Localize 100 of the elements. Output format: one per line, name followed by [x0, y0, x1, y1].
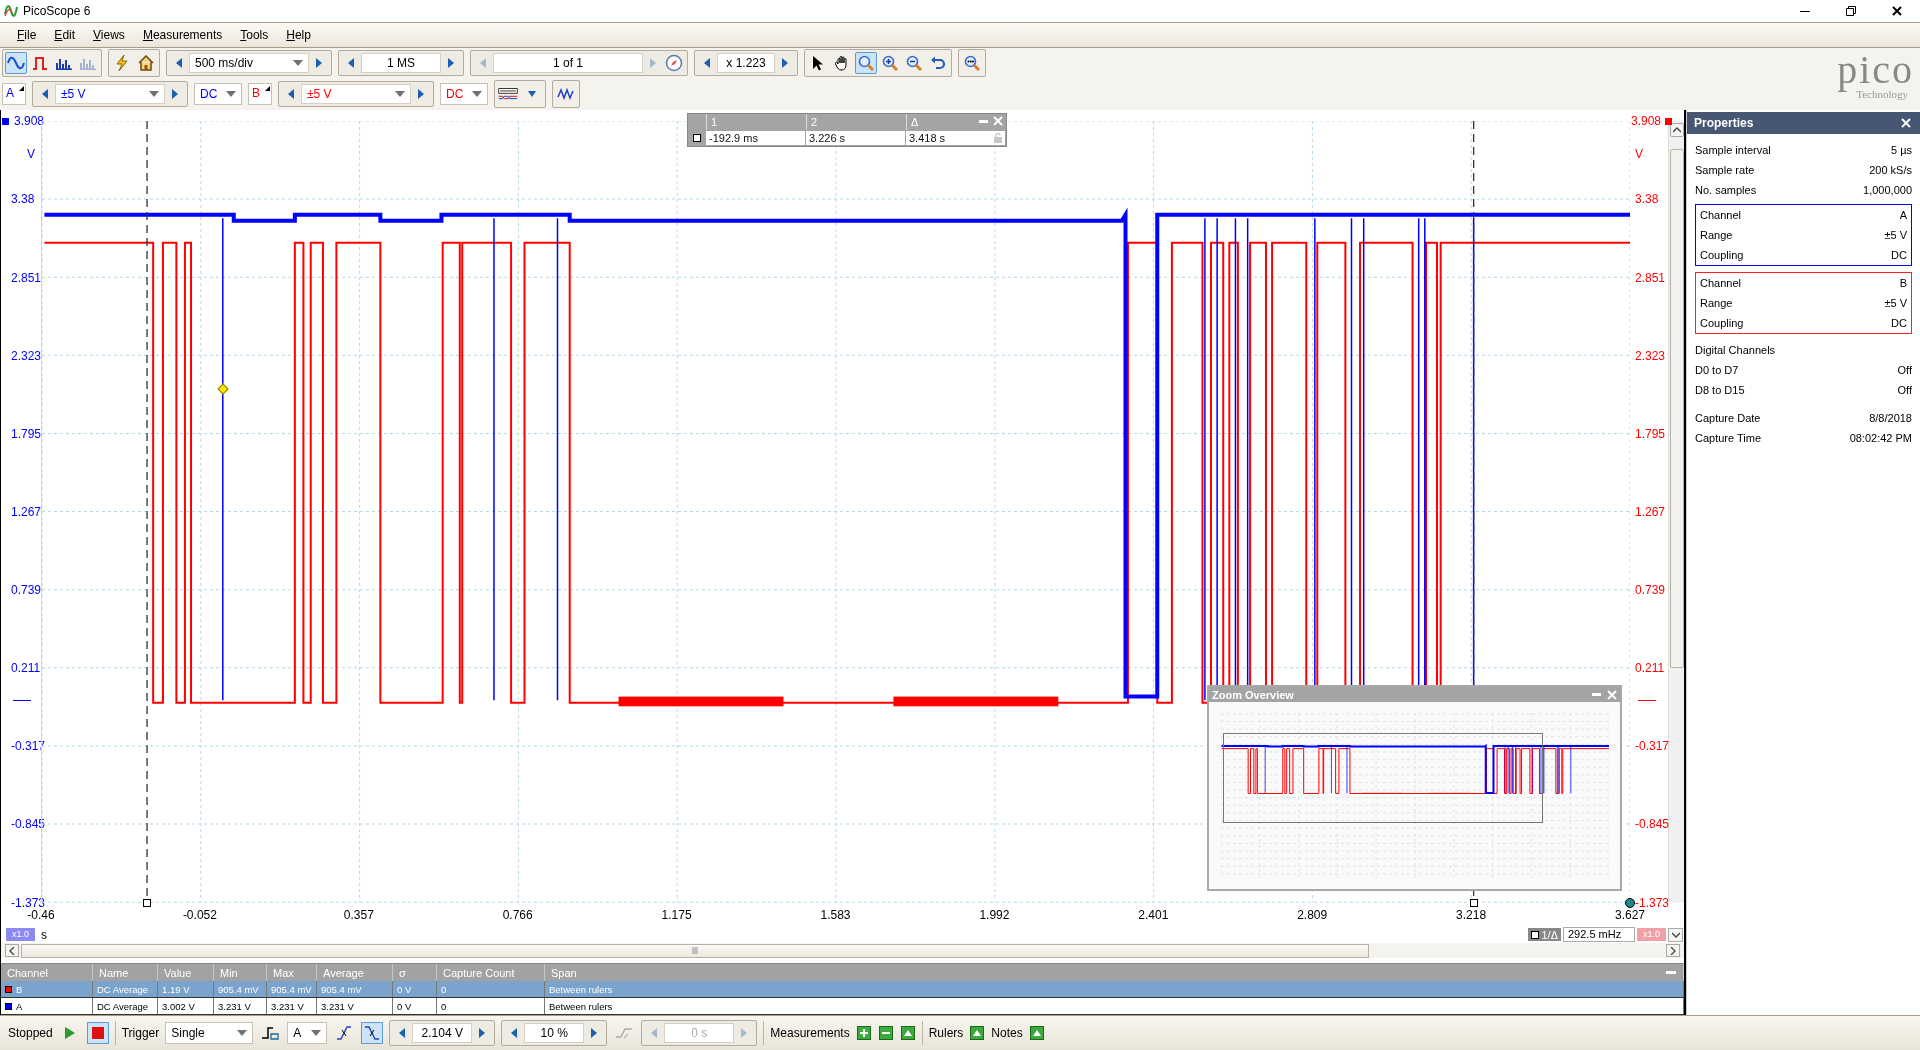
coupling-dropdown[interactable]: DC [194, 83, 242, 106]
zoom-window-frame[interactable] [1223, 733, 1543, 824]
zoom-tool-button[interactable] [855, 52, 877, 75]
buffer-field[interactable]: 1 of 1 [493, 53, 643, 74]
trigger-mode-dropdown[interactable]: Single [165, 1022, 254, 1045]
axis-label: 3.908 [1631, 114, 1662, 129]
column-header: 2 [806, 114, 906, 131]
right-triangle-icon [418, 89, 424, 100]
menu-item[interactable]: Help [277, 27, 320, 42]
property-value: DC [1891, 317, 1907, 330]
status-text: Stopped [8, 1026, 53, 1041]
channel-button[interactable]: A [2, 83, 26, 106]
panel-title: Zoom Overview [1212, 688, 1294, 701]
axis-label: 3.218 [1456, 907, 1487, 922]
scroll-down-button[interactable] [1668, 927, 1683, 942]
notes-label: Notes [991, 1026, 1023, 1041]
property-label: Range [1700, 229, 1733, 242]
table-cell: 0 V [393, 998, 437, 1015]
axis-unit: s [41, 927, 47, 942]
axis-marker [1665, 118, 1672, 126]
ruler-handle[interactable] [1469, 898, 1478, 907]
menu-item[interactable]: Views [84, 27, 134, 42]
chevron-right-icon [1670, 946, 1676, 955]
notes-button[interactable] [1028, 1025, 1045, 1042]
spin-control[interactable]: x 1.223 [694, 50, 798, 77]
spin-control[interactable]: ±5 V [278, 81, 434, 108]
table-cell: 1.19 V [158, 981, 214, 998]
menu-item[interactable]: Tools [231, 27, 278, 42]
corner-triangle-icon [19, 86, 24, 92]
compass-icon [665, 54, 683, 73]
caret-icon [311, 1030, 322, 1037]
minus-icon [878, 1026, 893, 1041]
right-triangle-icon [782, 58, 788, 69]
axis-label: 0.739 [1635, 583, 1666, 597]
samples-field[interactable]: 1 MS [361, 53, 441, 74]
spin-control[interactable]: 500 ms/div [166, 50, 332, 77]
right-triangle-icon [172, 89, 178, 100]
ruler-value: 3.418 s [906, 131, 1005, 146]
axis-label: 0.211 [1635, 661, 1665, 676]
zoom-factor-field[interactable]: x 1.223 [717, 53, 775, 74]
ruler-handle[interactable] [143, 898, 152, 907]
stop-button[interactable] [86, 1022, 109, 1045]
menu-item[interactable]: File [8, 27, 46, 42]
rulers-button[interactable] [969, 1025, 986, 1042]
pointer-icon [812, 55, 824, 72]
range-dropdown[interactable]: ±5 V [55, 84, 165, 105]
falling-edge-button[interactable] [361, 1022, 384, 1045]
left-triangle-icon [511, 1028, 518, 1039]
caret-icon [237, 1030, 248, 1037]
hand-icon [834, 55, 850, 72]
close-icon [1892, 6, 1902, 16]
axis-label: 1.795 [11, 426, 42, 441]
trigger-marker[interactable] [217, 383, 229, 395]
trigger-channel-dropdown[interactable]: A [287, 1022, 328, 1045]
delete-measurement-button[interactable] [877, 1025, 894, 1042]
property-label: D0 to D7 [1695, 364, 1739, 377]
table-cell: Between rulers [545, 981, 1684, 998]
scroll-left-button[interactable] [5, 944, 19, 958]
spin-control[interactable]: ±5 V [32, 81, 188, 108]
zoom-icon [858, 55, 874, 72]
property-value: 5 µs [1891, 144, 1912, 157]
caret-icon [472, 91, 482, 98]
right-triangle-icon [448, 58, 454, 69]
spin-control[interactable]: 1 of 1 [470, 50, 688, 77]
axis-label: 1.175 [661, 907, 692, 922]
timebase-dropdown[interactable]: 500 ms/div [189, 53, 309, 74]
spin-control[interactable]: 1 MS [338, 50, 464, 77]
axis-label: 2.323 [11, 348, 42, 363]
axis-label: -0.845 [1635, 817, 1670, 832]
pretrigger-field[interactable]: 10 % [524, 1023, 585, 1044]
scrollbar-thumb[interactable] [21, 943, 1369, 958]
right-triangle-icon [650, 58, 656, 69]
rulers-label: Rulers [928, 1026, 964, 1041]
axis-unit: V [1635, 147, 1643, 162]
menu-item[interactable]: Measurements [133, 27, 232, 42]
spin-control[interactable]: 10 % [501, 1020, 608, 1047]
property-value: Off [1897, 364, 1912, 377]
table-cell: 905.4 mV [267, 981, 317, 998]
right-triangle-icon [316, 58, 322, 69]
scrollbar-thumb[interactable] [1669, 149, 1684, 669]
channel-button[interactable]: B [248, 83, 272, 106]
undo-icon [930, 55, 946, 72]
range-dropdown[interactable]: ±5 V [301, 84, 411, 105]
edit-measurement-button[interactable] [899, 1025, 916, 1042]
scroll-up-button[interactable] [1669, 123, 1684, 138]
ruler-handle[interactable] [1625, 897, 1635, 908]
square-pulse-icon [32, 56, 48, 71]
lightning-icon [115, 54, 129, 73]
coupling-dropdown[interactable]: DC [440, 83, 488, 106]
add-measurement-button[interactable] [855, 1025, 872, 1042]
minimize-icon[interactable] [1666, 971, 1676, 975]
scroll-right-button[interactable] [1666, 944, 1680, 958]
menu-item[interactable]: Edit [45, 27, 85, 42]
table-cell: Between rulers [545, 998, 1684, 1015]
axis-label: 0.357 [343, 907, 374, 922]
spin-control[interactable]: 2.104 V [389, 1020, 496, 1047]
scope-mode-button[interactable] [5, 52, 27, 75]
caret-icon [226, 91, 236, 98]
right-triangle-icon [591, 1028, 598, 1039]
threshold-field[interactable]: 2.104 V [412, 1023, 473, 1044]
